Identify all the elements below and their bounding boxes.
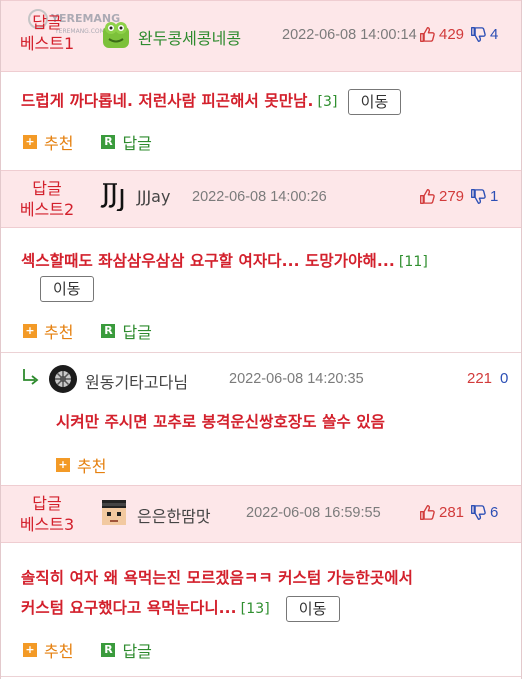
upvote-count: 221 bbox=[467, 370, 493, 387]
green-frog-avatar-icon[interactable] bbox=[101, 20, 131, 50]
vote-box: 281 6 bbox=[419, 504, 498, 521]
pixel-face-avatar-icon[interactable] bbox=[99, 497, 129, 527]
divider bbox=[1, 352, 521, 353]
plus-icon: + bbox=[56, 458, 70, 472]
move-button[interactable]: 이동 bbox=[285, 595, 340, 622]
downvote-count: 0 bbox=[500, 370, 509, 387]
comment-text: 드럽게 까다롭네. 저런사람 피곤해서 못만남. [3] 이동 bbox=[21, 86, 513, 117]
upvote-count: 281 bbox=[439, 504, 465, 521]
comment-actions: + 추천 bbox=[56, 453, 134, 477]
reply-button[interactable]: R 답글 bbox=[101, 638, 152, 662]
post-date: 2022-06-08 16:59:55 bbox=[246, 505, 381, 521]
comment-actions: + 추천 R 답글 bbox=[23, 638, 180, 662]
upvote-count: 279 bbox=[439, 188, 465, 205]
best-badge-1: 답글 베스트1 bbox=[19, 13, 75, 53]
reply-arrow-icon bbox=[23, 369, 39, 385]
vote-box: 279 1 bbox=[419, 188, 498, 205]
comment-actions: + 추천 R 답글 bbox=[23, 319, 180, 343]
best-badge-3: 답글 베스트3 bbox=[19, 494, 75, 534]
jj-logo-avatar-icon[interactable] bbox=[100, 181, 130, 211]
comment-body: 섹스할때도 좌삼삼우삼삼 요구할 여자다... 도망가야해... bbox=[21, 252, 395, 270]
thumbs-up-icon[interactable] bbox=[419, 26, 436, 43]
reply-r-icon: R bbox=[101, 324, 116, 338]
reply-count[interactable]: [3] bbox=[317, 94, 337, 110]
post-date: 2022-06-08 14:00:26 bbox=[192, 189, 327, 205]
comment-body-line-1: 솔직히 여자 왜 욕먹는진 모르겠음ㅋㅋ 커스텀 가능한곳에서 bbox=[21, 569, 413, 587]
comment-text: 솔직히 여자 왜 욕먹는진 모르겠음ㅋㅋ 커스텀 가능한곳에서 커스텀 요구했다… bbox=[21, 563, 513, 624]
reply-r-icon: R bbox=[101, 643, 116, 657]
plus-icon: + bbox=[23, 324, 37, 338]
move-button[interactable]: 이동 bbox=[40, 276, 94, 302]
thumbs-down-icon[interactable] bbox=[470, 504, 487, 521]
move-button[interactable]: 이동 bbox=[347, 88, 402, 115]
vote-box: 221 0 bbox=[467, 370, 508, 387]
comment-actions: + 추천 R 답글 bbox=[23, 130, 180, 154]
plus-icon: + bbox=[23, 643, 37, 657]
wheel-avatar-icon[interactable] bbox=[48, 364, 78, 394]
comment-text: 시켜만 주시면 꼬추로 봉격운신쌍호장도 쓸수 있음 bbox=[56, 413, 386, 431]
author-name[interactable]: 은은한땀맛 bbox=[137, 503, 211, 527]
thumbs-down-icon[interactable] bbox=[470, 188, 487, 205]
post-date: 2022-06-08 14:20:35 bbox=[229, 371, 364, 387]
recommend-button[interactable]: + 추천 bbox=[23, 638, 73, 662]
upvote-count: 429 bbox=[439, 26, 465, 43]
reply-count[interactable]: [11] bbox=[399, 254, 428, 270]
recommend-button[interactable]: + 추천 bbox=[23, 319, 73, 343]
downvote-count: 6 bbox=[490, 504, 499, 521]
downvote-count: 1 bbox=[490, 188, 499, 205]
author-name[interactable]: 원동기타고다님 bbox=[85, 369, 188, 393]
thumbs-up-icon[interactable] bbox=[419, 504, 436, 521]
post-date: 2022-06-08 14:00:14 bbox=[282, 27, 417, 43]
reply-count[interactable]: [13] bbox=[241, 601, 270, 617]
plus-icon: + bbox=[23, 135, 37, 149]
reply-button[interactable]: R 답글 bbox=[101, 130, 152, 154]
thumbs-down-icon[interactable] bbox=[470, 26, 487, 43]
comment-list: YEREMANG YEREMANG.COM 답글 베스트1 완두콩세콩네콩 20… bbox=[0, 0, 522, 679]
comment-text: 섹스할때도 좌삼삼우삼삼 요구할 여자다... 도망가야해... [11] bbox=[21, 246, 513, 277]
best-badge-2: 답글 베스트2 bbox=[19, 179, 75, 219]
comment-body-line-2: 커스텀 요구했다고 욕먹눈다니... bbox=[21, 599, 237, 617]
author-name[interactable]: 완두콩세콩네콩 bbox=[138, 25, 241, 49]
author-name[interactable]: JJJay bbox=[137, 187, 170, 206]
reply-button[interactable]: R 답글 bbox=[101, 319, 152, 343]
thumbs-up-icon[interactable] bbox=[419, 188, 436, 205]
recommend-button[interactable]: + 추천 bbox=[23, 130, 73, 154]
recommend-button[interactable]: + 추천 bbox=[56, 453, 106, 477]
comment-body: 드럽게 까다롭네. 저런사람 피곤해서 못만남. bbox=[21, 92, 314, 110]
vote-box: 429 4 bbox=[419, 26, 498, 43]
downvote-count: 4 bbox=[490, 26, 499, 43]
reply-r-icon: R bbox=[101, 135, 116, 149]
divider bbox=[1, 676, 521, 677]
